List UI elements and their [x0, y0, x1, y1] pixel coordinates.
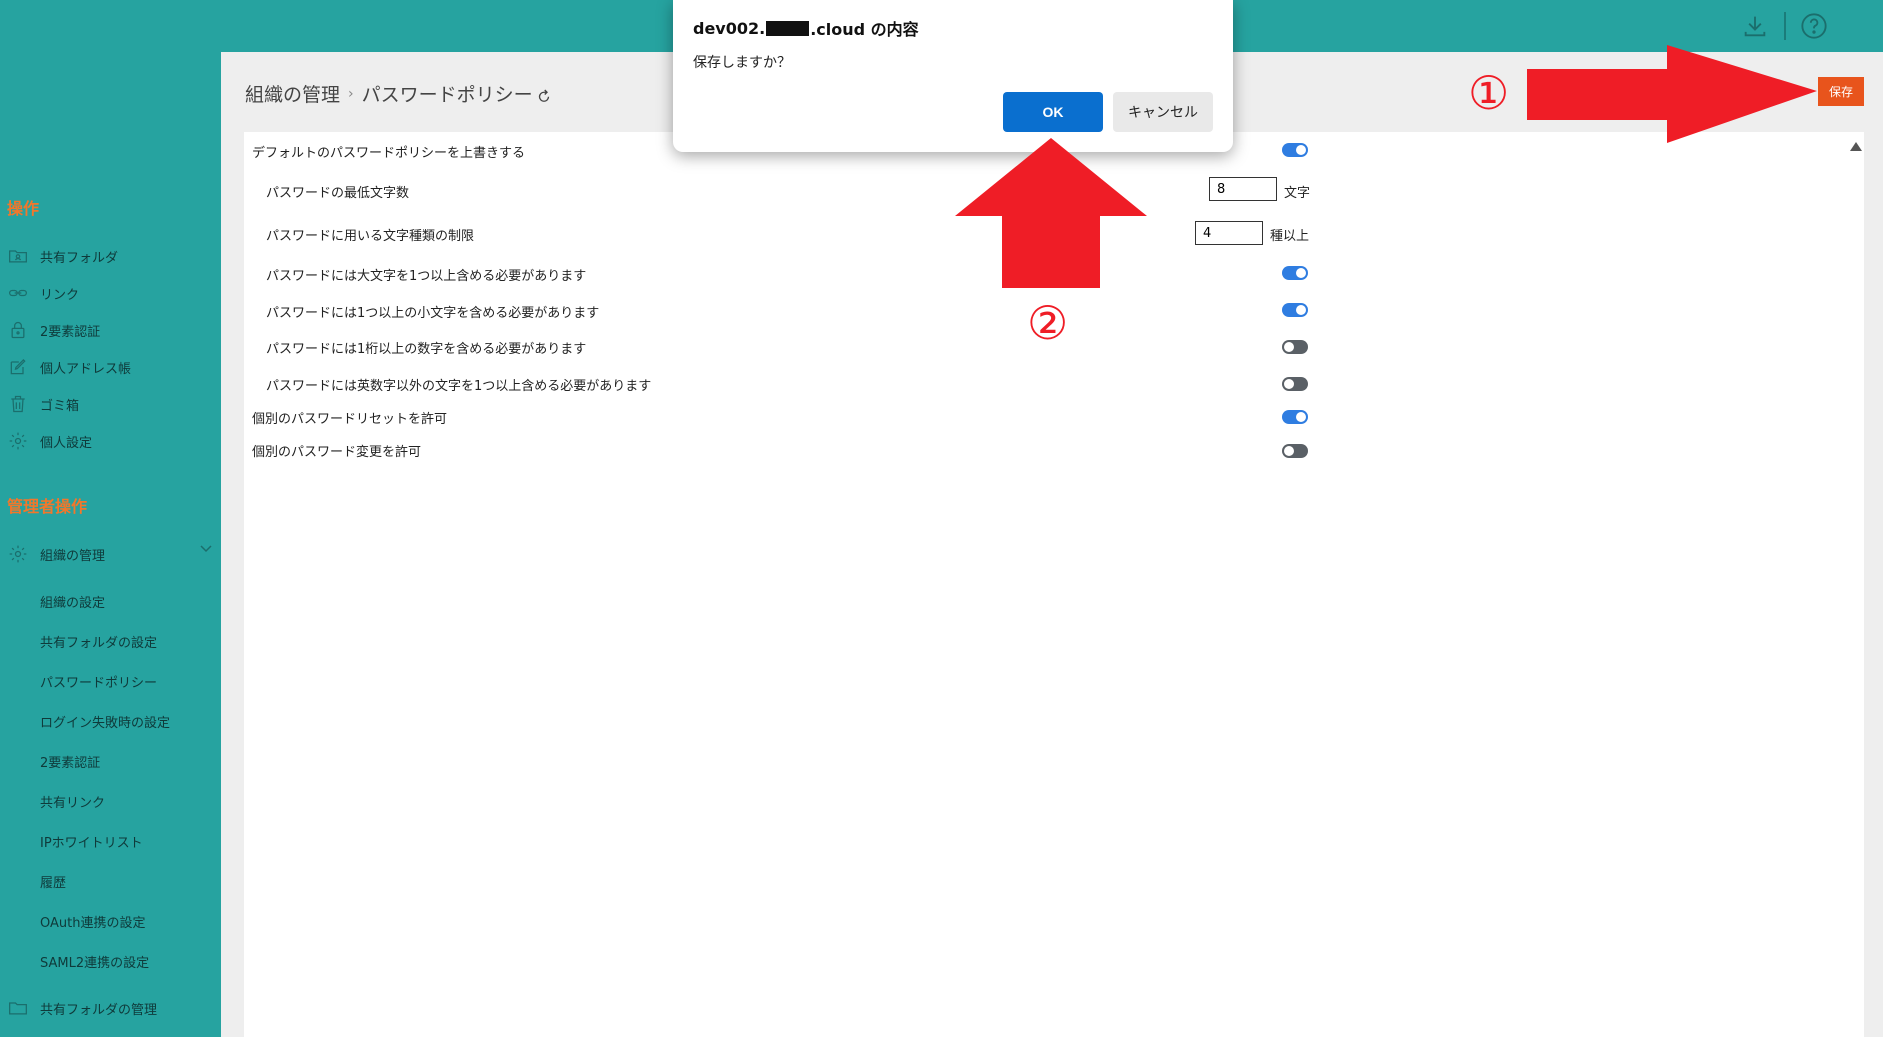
sidebar-subitem-shared-folder-settings[interactable]: 共有フォルダの設定 — [40, 632, 157, 651]
require-digit-toggle[interactable] — [1282, 340, 1308, 354]
require-digit-label: パスワードには1桁以上の数字を含める必要があります — [266, 342, 587, 357]
allow-individual-reset-toggle[interactable] — [1282, 410, 1308, 424]
require-symbol-toggle[interactable] — [1282, 377, 1308, 391]
allow-individual-change-toggle[interactable] — [1282, 444, 1308, 458]
sidebar-subitem-shared-link[interactable]: 共有リンク — [40, 792, 105, 811]
require-lower-toggle[interactable] — [1282, 303, 1308, 317]
min-length-label: パスワードの最低文字数 — [266, 186, 410, 201]
char-types-label: パスワードに用いる文字種類の制限 — [266, 229, 475, 244]
breadcrumb: 組織の管理 › パスワードポリシー — [245, 80, 553, 107]
refresh-icon[interactable] — [535, 87, 553, 105]
dialog-title-suffix: .cloud の内容 — [810, 20, 919, 39]
sidebar-item-org-management[interactable]: 組織の管理 — [8, 542, 105, 566]
sidebar-item-label: 2要素認証 — [40, 324, 101, 340]
gear-icon — [9, 545, 27, 563]
scroll-up-arrow[interactable] — [1850, 142, 1862, 151]
sidebar-item-label: 組織の管理 — [40, 548, 106, 564]
dialog-title-prefix: dev002. — [693, 18, 766, 38]
allow-individual-change-label: 個別のパスワード変更を許可 — [252, 445, 422, 460]
redacted-block — [766, 20, 810, 36]
dialog-message: 保存しますか？ — [693, 55, 791, 71]
sidebar-item-link[interactable]: リンク — [8, 281, 79, 305]
min-length-unit: 文字 — [1284, 186, 1311, 201]
sidebar-item-2fa[interactable]: 2要素認証 — [8, 318, 100, 342]
char-types-unit: 種以上 — [1270, 229, 1310, 244]
sidebar-item-label: ゴミ箱 — [40, 398, 80, 414]
sidebar-item-shared-folder[interactable]: 共有フォルダ — [8, 244, 118, 268]
folder-user-icon — [9, 250, 27, 263]
breadcrumb-separator: › — [348, 85, 354, 102]
sidebar-item-label: リンク — [40, 287, 80, 303]
sidebar-subitem-login-failure[interactable]: ログイン失敗時の設定 — [40, 712, 170, 731]
sidebar-item-shared-folder-management[interactable]: 共有フォルダの管理 — [8, 996, 157, 1020]
annotation-arrow-up — [955, 138, 1147, 288]
require-upper-toggle[interactable] — [1282, 266, 1308, 280]
sidebar-item-personal-settings[interactable]: 個人設定 — [8, 429, 92, 453]
sidebar-item-trash[interactable]: ゴミ箱 — [8, 392, 79, 416]
min-length-input[interactable] — [1209, 177, 1277, 201]
sidebar-item-label: 個人設定 — [40, 435, 93, 451]
annotation-step-1: ① — [1468, 66, 1510, 120]
download-icon[interactable] — [1741, 12, 1769, 40]
edit-icon — [10, 359, 26, 375]
cancel-button[interactable]: キャンセル — [1113, 92, 1213, 132]
sidebar-subitem-2fa[interactable]: 2要素認証 — [40, 752, 100, 771]
sidebar-subitem-oauth[interactable]: OAuth連携の設定 — [40, 912, 145, 931]
sidebar-subitem-ip-whitelist[interactable]: IPホワイトリスト — [40, 832, 143, 851]
lock-icon — [11, 321, 25, 339]
gear-icon — [9, 432, 27, 450]
annotation-arrow-right — [1527, 45, 1817, 143]
allow-individual-reset-label: 個別のパスワードリセットを許可 — [252, 412, 448, 427]
annotation-step-2: ② — [1027, 296, 1069, 350]
require-symbol-label: パスワードには英数字以外の文字を1つ以上含める必要があります — [266, 379, 652, 394]
sidebar-subitem-org-settings[interactable]: 組織の設定 — [40, 592, 105, 611]
trash-icon — [11, 395, 25, 413]
top-bar-divider — [1784, 12, 1786, 40]
sidebar-subitem-password-policy[interactable]: パスワードポリシー — [40, 672, 157, 691]
sidebar-item-label: 共有フォルダ — [40, 250, 119, 266]
section-title-operations: 操作 — [7, 199, 40, 218]
dialog-title: dev002. .cloud の内容 — [693, 16, 919, 40]
chevron-down-icon[interactable] — [198, 540, 214, 556]
char-types-input[interactable] — [1195, 221, 1263, 245]
override-default-toggle[interactable] — [1282, 143, 1308, 157]
sidebar-subitem-history[interactable]: 履歴 — [40, 872, 66, 891]
require-lower-label: パスワードには1つ以上の小文字を含める必要があります — [266, 306, 600, 321]
breadcrumb-parent[interactable]: 組織の管理 — [245, 80, 340, 107]
breadcrumb-current: パスワードポリシー — [361, 84, 533, 106]
sidebar-subitem-saml2[interactable]: SAML2連携の設定 — [40, 952, 149, 971]
override-default-label: デフォルトのパスワードポリシーを上書きする — [252, 146, 526, 161]
sidebar-item-label: 共有フォルダの管理 — [40, 1002, 158, 1018]
section-title-admin: 管理者操作 — [7, 497, 88, 516]
require-upper-label: パスワードには大文字を1つ以上含める必要があります — [266, 269, 587, 284]
sidebar: 操作 共有フォルダ リンク 2要素認証 個人アドレス帳 ゴミ箱 個人設定 管理者… — [0, 52, 221, 1037]
folder-icon — [9, 1002, 27, 1015]
confirm-dialog: dev002. .cloud の内容 保存しますか？ OK キャンセル — [673, 0, 1233, 152]
sidebar-item-address-book[interactable]: 個人アドレス帳 — [8, 355, 131, 379]
help-icon[interactable] — [1800, 12, 1828, 40]
save-button[interactable]: 保存 — [1818, 77, 1864, 106]
sidebar-item-label: 個人アドレス帳 — [40, 361, 132, 377]
ok-button[interactable]: OK — [1003, 92, 1103, 132]
link-icon — [9, 289, 27, 297]
